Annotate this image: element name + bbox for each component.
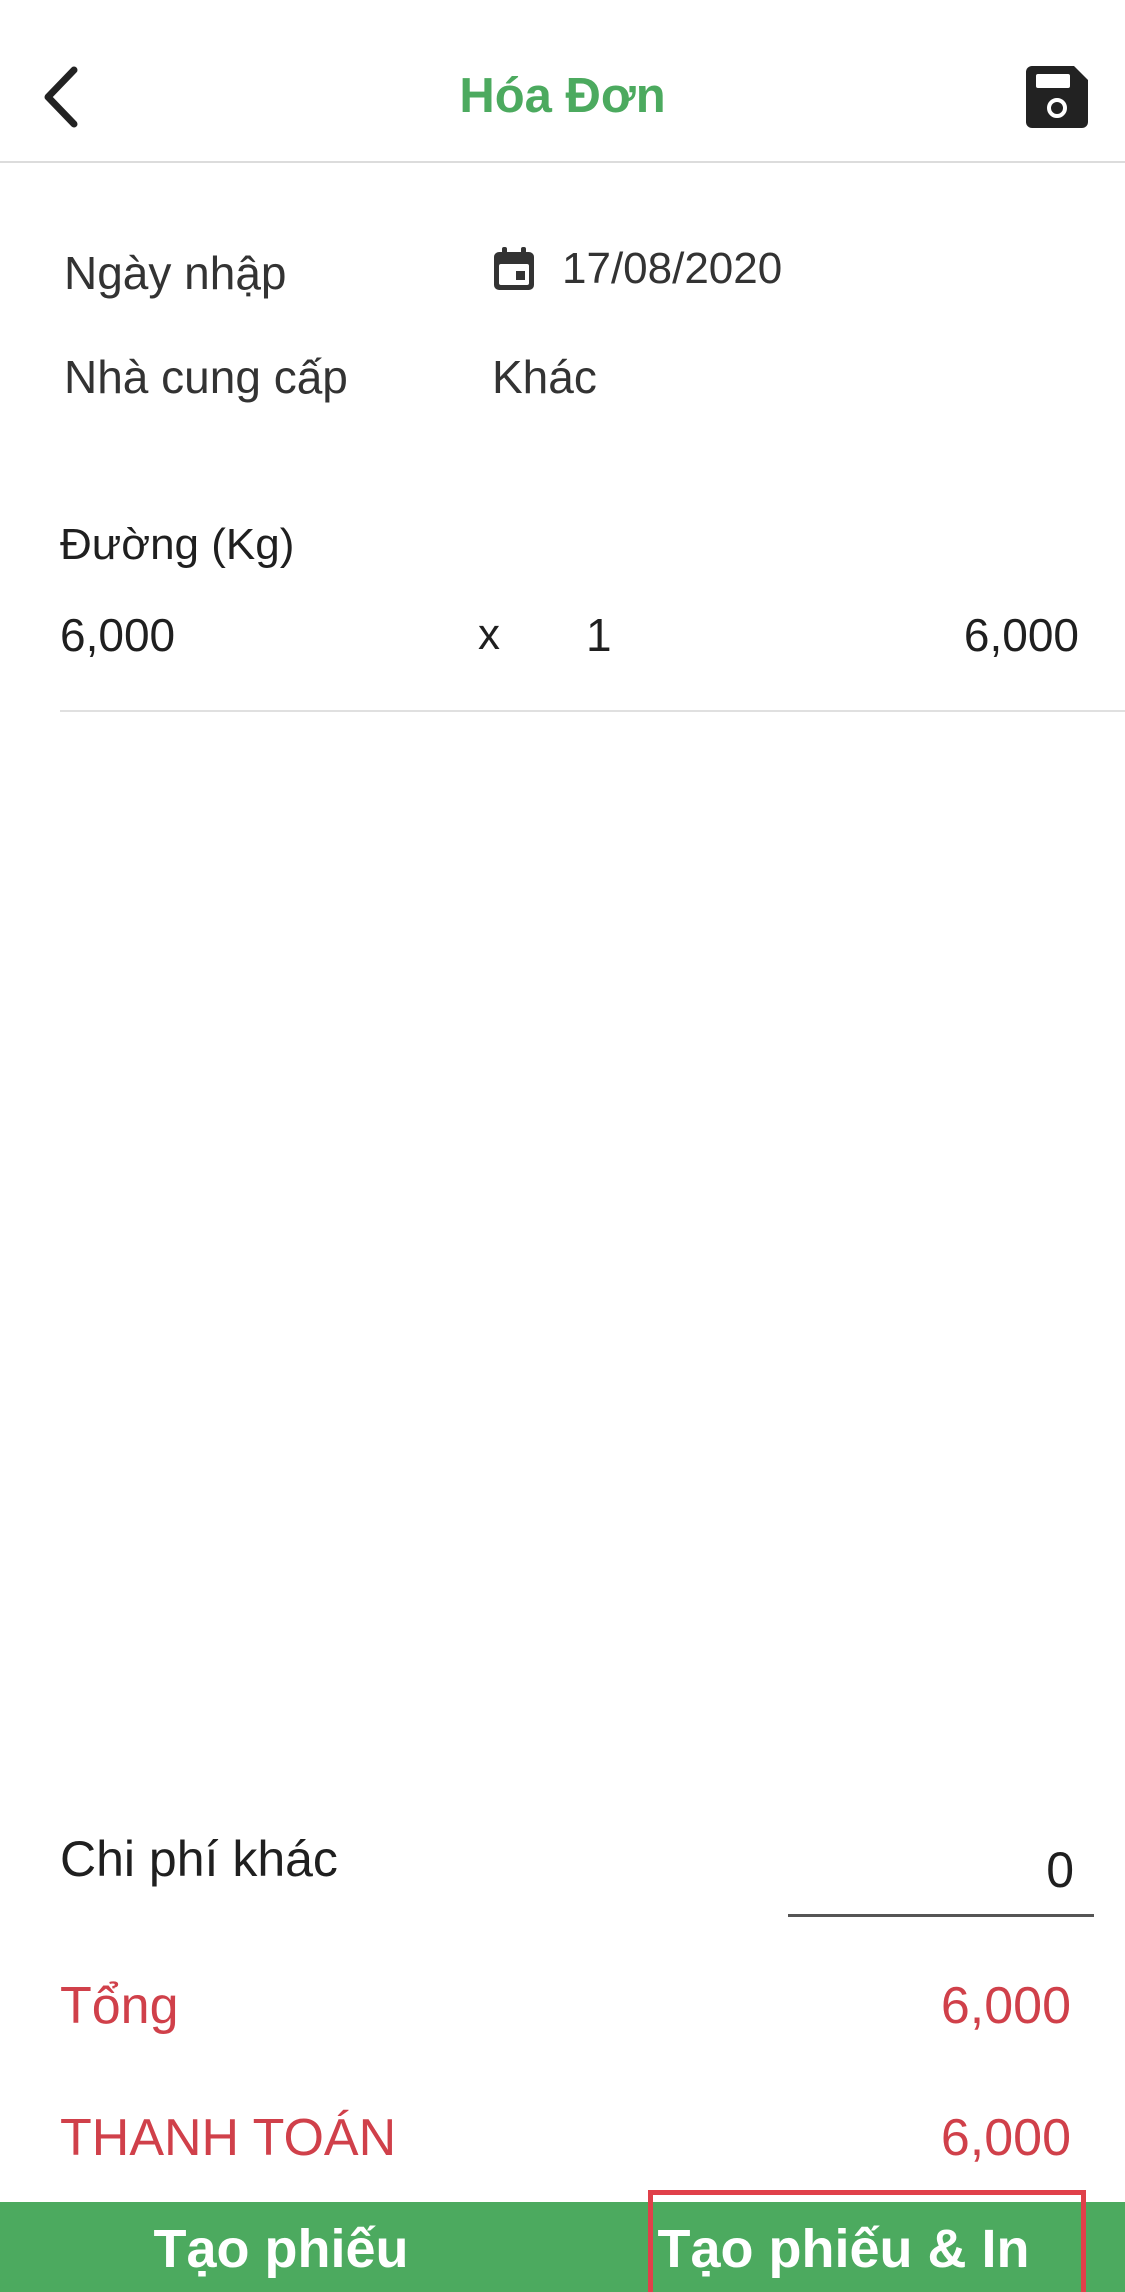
floppy-disk-icon	[1026, 66, 1088, 128]
footer-bar: Tạo phiếu Tạo phiếu & In	[0, 2202, 1125, 2292]
item-price: 6,000	[60, 609, 176, 661]
item-name: Đường (Kg)	[60, 520, 295, 569]
multiply-sign: x	[478, 610, 500, 659]
item-total: 6,000	[963, 609, 1079, 661]
payment-value: 6,000	[940, 2109, 1071, 2167]
total-label: Tổng	[60, 1977, 179, 2035]
create-button[interactable]: Tạo phiếu	[0, 2202, 562, 2292]
date-value: 17/08/2020	[562, 244, 783, 293]
other-cost-input[interactable]: 0	[788, 1825, 1094, 1917]
date-picker[interactable]: 17/08/2020	[492, 244, 782, 294]
page-title: Hóa Đơn	[459, 69, 666, 123]
item-quantity: 1	[586, 609, 612, 661]
other-cost-label: Chi phí khác	[60, 1831, 338, 1887]
supplier-label: Nhà cung cấp	[64, 351, 348, 403]
supplier-value[interactable]: Khác	[492, 350, 597, 404]
date-label: Ngày nhập	[64, 247, 287, 299]
total-value: 6,000	[940, 1977, 1071, 2035]
save-button[interactable]	[1024, 64, 1090, 130]
payment-label: THANH TOÁN	[60, 2109, 397, 2167]
calendar-icon	[494, 247, 534, 290]
divider	[60, 710, 1125, 712]
header-bar: Hóa Đơn	[0, 0, 1125, 163]
create-and-print-button[interactable]: Tạo phiếu & In	[562, 2202, 1125, 2292]
